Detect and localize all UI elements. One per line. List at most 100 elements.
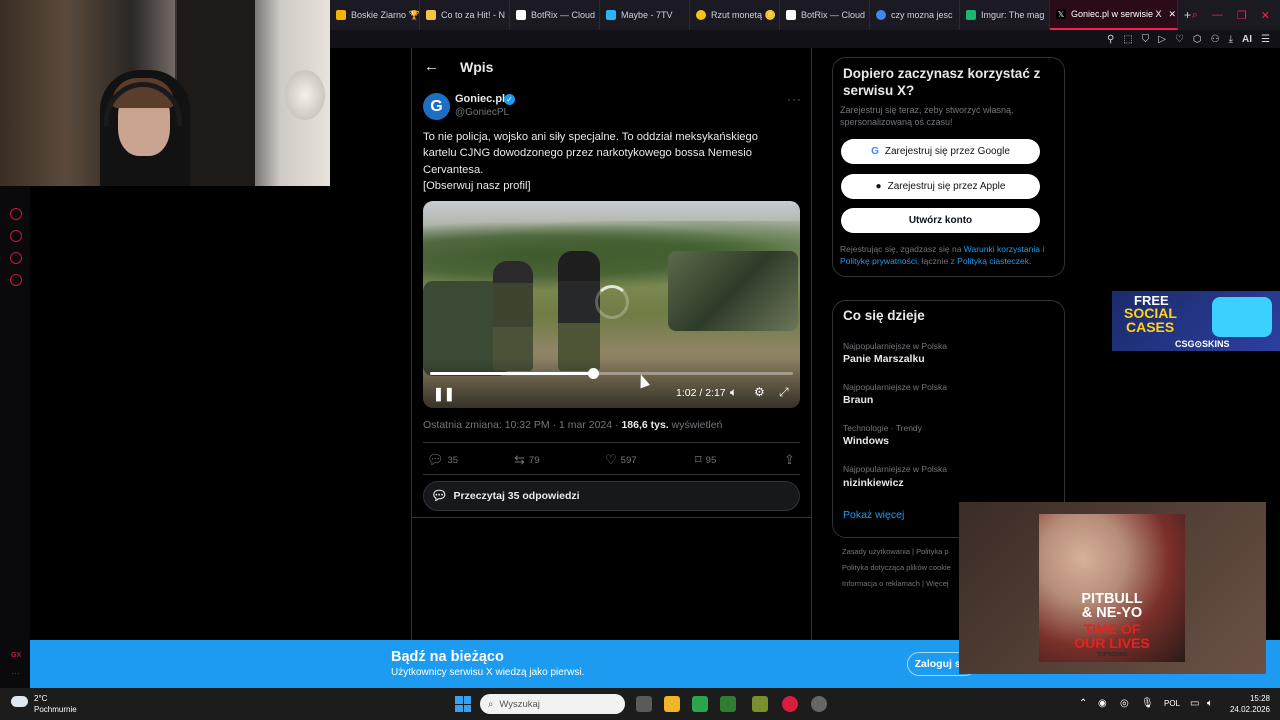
tray-app-icon[interactable]: ◉ (1098, 698, 1107, 709)
gx-control-icon[interactable] (10, 208, 22, 220)
minimize-icon[interactable]: — (1212, 9, 1223, 22)
repost-button[interactable]: ⇆ 79 (514, 452, 539, 468)
pause-icon[interactable]: ❚❚ (433, 386, 455, 402)
shield-icon[interactable]: ⛉ (1142, 34, 1150, 45)
aria-ai-button[interactable]: AI (1242, 34, 1252, 45)
opera-gx-icon[interactable] (782, 696, 798, 712)
share-button[interactable]: ⇪ (784, 452, 795, 468)
tweet-text-line: kartelu CJNG dowodzonego przez narkotyko… (423, 147, 752, 160)
cookies-link[interactable]: Polityką ciasteczek (957, 256, 1029, 266)
tray-app-icon[interactable]: ◎ (1120, 698, 1129, 709)
app-icon[interactable] (752, 696, 768, 712)
footer-links[interactable]: Zasady użytkowania | Polityka p (842, 547, 949, 556)
trend-category: Najpopularniejsze w Polska (843, 341, 947, 351)
reply-button[interactable]: 💬︎ 35 (427, 452, 458, 468)
trend-category: Najpopularniejsze w Polska (843, 382, 947, 392)
fullscreen-icon[interactable]: ⤢ (779, 385, 789, 400)
author-name[interactable]: Goniec.pl (455, 93, 505, 105)
search-icon: ⌕ (488, 698, 494, 710)
signup-apple-label: Zarejestruj się przez Apple (887, 181, 1006, 192)
show-more-link[interactable]: Pokaż więcej (843, 509, 904, 521)
trend-item[interactable]: Braun (843, 394, 873, 406)
more-dots-icon[interactable]: ··· (11, 668, 20, 678)
heart-icon: ♡ (605, 452, 617, 467)
language-indicator[interactable]: POL (1164, 699, 1180, 708)
footer-links[interactable]: Informacja o reklamach | Więcej (842, 579, 949, 588)
new-tab-button[interactable]: + (1184, 8, 1191, 22)
reply-icon: 💬︎ (427, 452, 444, 467)
browser-tab[interactable]: BotRix — Cloud (510, 0, 600, 30)
pin-icon[interactable]: ⚲ (1107, 34, 1114, 45)
windows-start-icon[interactable] (455, 696, 471, 712)
microphone-icon[interactable]: 🎙︎ (1141, 698, 1154, 709)
task-view-icon[interactable] (636, 696, 652, 712)
settings-icon[interactable] (10, 274, 22, 286)
download-icon[interactable]: ⤓ (1229, 34, 1233, 45)
read-replies-button[interactable]: 💬︎ Przeczytaj 35 odpowiedzi (423, 481, 800, 511)
author-handle[interactable]: @GoniecPL (455, 107, 509, 118)
back-arrow-icon[interactable]: ← (424, 58, 439, 75)
apple-logo-icon: ● (875, 181, 882, 192)
menu-icon[interactable]: ☰ (1261, 34, 1270, 45)
browser-tab[interactable]: Rzut monetą 🪙 (690, 0, 780, 30)
tweet-text-line: To nie policja, wojsko ani siły specjaln… (423, 131, 758, 143)
browser-tab[interactable]: czy mozna jesc (870, 0, 960, 30)
bookmark-icon: ⌑ (695, 452, 702, 467)
browser-tab[interactable]: Co to za Hit! - N (420, 0, 510, 30)
cloud-icon[interactable] (11, 696, 28, 707)
heart-icon[interactable]: ♡ (1175, 34, 1184, 45)
speech-bubble-icon: 💬︎ (431, 488, 448, 503)
like-button[interactable]: ♡ 597 (605, 452, 637, 468)
network-icon[interactable]: ▭ (1190, 698, 1199, 709)
app-icon[interactable] (811, 696, 827, 712)
avatar[interactable]: G (423, 93, 450, 120)
search-icon[interactable]: ⌕ (1192, 9, 1198, 22)
video-settings-icon[interactable]: ⚙︎ (754, 385, 765, 399)
browser-tab-active[interactable]: 𝕏 Goniec.pl w serwisie X ✕ (1050, 0, 1178, 30)
taskbar-search[interactable]: ⌕ Wyszukaj (480, 694, 625, 714)
trend-item[interactable]: nizinkiewicz (843, 477, 904, 489)
restore-icon[interactable]: ❐ (1237, 9, 1247, 22)
trend-item[interactable]: Windows (843, 435, 889, 447)
terms-link[interactable]: Warunki korzystania (964, 244, 1040, 254)
close-window-icon[interactable]: ✕ (1261, 9, 1270, 22)
browser-tab[interactable]: Maybe - 7TV (600, 0, 690, 30)
play-icon[interactable]: ▷ (1158, 34, 1166, 45)
more-options-icon[interactable]: ··· (787, 92, 802, 106)
tweet-views-label: wyświetleń (668, 419, 723, 431)
history-icon[interactable] (10, 230, 22, 242)
browser-tab[interactable]: BotRix — Cloud (780, 0, 870, 30)
clock-date[interactable]: 24.02.2026 (1222, 705, 1270, 714)
video-progress-bar[interactable] (430, 368, 793, 379)
app-icon[interactable] (692, 696, 708, 712)
tweet-text-link[interactable]: [Obserwuj nasz profil] (423, 178, 793, 194)
profile-icon[interactable]: ⚇ (1211, 34, 1220, 45)
volume-icon[interactable]: 🔈︎ (730, 385, 737, 400)
bookmark-button[interactable]: ⌑ 95 (695, 452, 716, 468)
browser-tab[interactable]: Imgur: The mag (960, 0, 1050, 30)
tweet-views: 186,6 tys. (621, 419, 669, 431)
app-icon[interactable] (720, 696, 736, 712)
tray-overflow-icon[interactable]: ⌃ (1079, 698, 1087, 709)
file-explorer-icon[interactable] (664, 696, 680, 712)
screenshot-icon[interactable]: ⬚ (1123, 34, 1132, 45)
close-tab-icon[interactable]: ✕ (1169, 9, 1177, 20)
footer-links[interactable]: Polityka dotycząca plików cookie (842, 563, 951, 572)
trend-item[interactable]: Panie Marszalku (843, 353, 925, 365)
extensions-icon[interactable]: ⬡ (1193, 34, 1202, 45)
signup-google-label: Zarejestruj się przez Google (884, 146, 1010, 157)
extensions-side-icon[interactable] (10, 252, 22, 264)
video-player[interactable]: ❚❚ 1:02 / 2:17 🔈︎ ⚙︎ ⤢ (423, 201, 800, 408)
privacy-link[interactable]: Politykę prywatności (840, 256, 917, 266)
weather-description[interactable]: Pochmurnie (34, 705, 77, 714)
clock-time[interactable]: 15:28 (1240, 694, 1270, 703)
create-account-button[interactable]: Utwórz konto (841, 208, 1040, 233)
signup-apple-button[interactable]: ● Zarejestruj się przez Apple (841, 174, 1040, 199)
tab-label: BotRix — Cloud (801, 10, 866, 20)
ad-robot-icon (1212, 297, 1272, 337)
album-song-title: OUR LIVES (1074, 635, 1150, 651)
browser-tab[interactable]: Boskie Ziarno 🏆 (330, 0, 420, 30)
weather-temperature[interactable]: 2°C (34, 694, 47, 703)
signup-google-button[interactable]: G Zarejestruj się przez Google (841, 139, 1040, 164)
speaker-icon[interactable]: 🔈︎ (1207, 698, 1213, 709)
